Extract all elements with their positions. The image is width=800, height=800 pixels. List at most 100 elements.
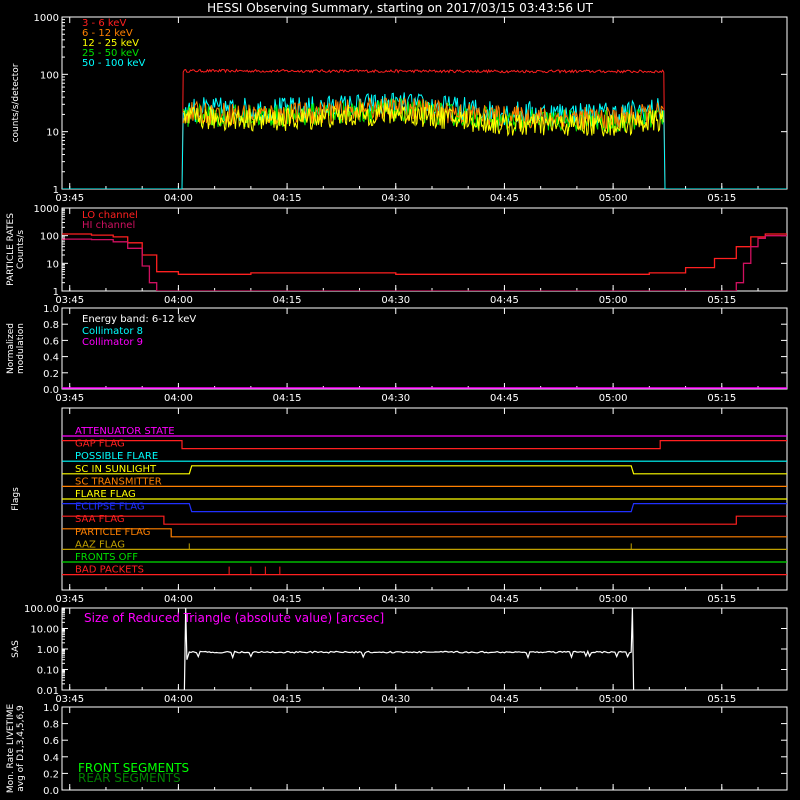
y-axis-label: avg of D1,3,4,5,6,9 bbox=[16, 705, 26, 792]
x-tick-label: 04:45 bbox=[490, 295, 519, 306]
flag-label: POSSIBLE FLARE bbox=[75, 451, 158, 462]
y-tick-label: 100 bbox=[40, 70, 59, 81]
y-axis-label: Flags bbox=[11, 487, 21, 511]
legend-entry: Collimator 9 bbox=[82, 337, 143, 348]
x-tick-label: 04:45 bbox=[490, 694, 519, 705]
x-tick-label: 04:30 bbox=[381, 193, 410, 204]
flag-label: FLARE FLAG bbox=[75, 489, 136, 500]
x-tick-label: 04:30 bbox=[381, 393, 410, 404]
particle_rates-frame bbox=[61, 207, 788, 292]
y-tick-label: 10 bbox=[46, 128, 59, 139]
x-tick-label: 05:15 bbox=[707, 295, 736, 306]
x-tick-label: 04:00 bbox=[164, 193, 193, 204]
sas-panel: 03:45 04:00 04:15 04:30 04:45 05:00 05:15 0.01 0… bbox=[11, 604, 788, 705]
x-tick-label: 04:00 bbox=[164, 393, 193, 404]
hessi-summary-figure: HESSI Observing Summary, starting on 201… bbox=[6, 1, 788, 797]
series-HI-channel bbox=[62, 235, 787, 291]
y-tick-label: 100 bbox=[40, 232, 59, 243]
lightcurves-plot-area bbox=[62, 68, 787, 189]
y-tick-label: 0.2 bbox=[43, 369, 59, 380]
x-tick-label: 04:00 bbox=[164, 295, 193, 306]
flag-label: ECLIPSE FLAG bbox=[75, 502, 145, 513]
y-tick-label: 0.01 bbox=[37, 686, 59, 697]
x-tick-label: 05:15 bbox=[707, 193, 736, 204]
x-tick-label: 05:00 bbox=[599, 694, 628, 705]
x-tick-label: 05:00 bbox=[599, 594, 628, 605]
legend-entry: Collimator 8 bbox=[82, 326, 143, 337]
legend-entry: HI channel bbox=[82, 220, 135, 231]
series-50-100keV bbox=[62, 92, 787, 189]
lightcurves-frame bbox=[61, 16, 788, 190]
y-tick-label: 0.2 bbox=[43, 769, 59, 780]
x-tick-label: 04:15 bbox=[273, 594, 302, 605]
y-tick-label: 0.4 bbox=[43, 353, 59, 364]
y-tick-label: 0.6 bbox=[43, 336, 59, 347]
y-axis-label: SAS bbox=[11, 640, 21, 658]
y-tick-label: 1 bbox=[53, 185, 59, 196]
y-tick-label: 1000 bbox=[34, 13, 59, 24]
livetime-panel: 0.0 0.2 0.4 0.6 0.8 1.0 Mon. Rate LIVETIME avg … bbox=[6, 703, 788, 797]
x-tick-label: 03:45 bbox=[55, 694, 84, 705]
y-axis-label: Normalized bbox=[6, 323, 16, 374]
lightcurves-panel: 03:45 04:00 04:15 04:30 04:45 05:00 05:15 1 10 10… bbox=[11, 13, 788, 204]
y-axis-label: Counts/s bbox=[16, 230, 26, 269]
x-tick-label: 04:30 bbox=[381, 295, 410, 306]
y-tick-label: 0.0 bbox=[43, 385, 59, 396]
series-3-6keV bbox=[62, 68, 787, 189]
flag-label: GAP FLAG bbox=[75, 439, 125, 450]
particle_rates-panel: 03:45 04:00 04:15 04:30 04:45 05:00 05:15 1 10 10… bbox=[6, 204, 788, 306]
x-tick-label: 03:45 bbox=[55, 295, 84, 306]
x-tick-label: 04:45 bbox=[490, 393, 519, 404]
x-tick-label: 04:15 bbox=[273, 193, 302, 204]
x-tick-label: 03:45 bbox=[55, 393, 84, 404]
flag-label: PARTICLE FLAG bbox=[75, 527, 151, 538]
x-tick-label: 04:45 bbox=[490, 193, 519, 204]
x-tick-label: 04:15 bbox=[273, 393, 302, 404]
x-tick-label: 05:15 bbox=[707, 594, 736, 605]
flag-line bbox=[62, 503, 787, 513]
flag-label: SC IN SUNLIGHT bbox=[75, 464, 157, 475]
y-tick-label: 10 bbox=[46, 259, 59, 270]
flag-line bbox=[62, 528, 787, 538]
x-tick-label: 04:45 bbox=[490, 594, 519, 605]
y-tick-label: 1.0 bbox=[43, 703, 59, 714]
sas-annotation: Size of Reduced Triangle (absolute value… bbox=[84, 611, 384, 625]
y-tick-label: 1.00 bbox=[37, 645, 59, 656]
y-axis-label: counts/s/detector bbox=[11, 63, 21, 142]
x-tick-label: 04:30 bbox=[381, 594, 410, 605]
x-tick-label: 05:00 bbox=[599, 295, 628, 306]
x-tick-label: 04:15 bbox=[273, 295, 302, 306]
y-tick-label: 0.0 bbox=[43, 786, 59, 797]
flag-line bbox=[62, 440, 787, 450]
x-tick-label: 05:00 bbox=[599, 393, 628, 404]
x-tick-label: 04:30 bbox=[381, 694, 410, 705]
flag-label: ATTENUATOR STATE bbox=[75, 426, 175, 437]
y-tick-label: 100.00 bbox=[24, 604, 59, 615]
x-tick-label: 03:45 bbox=[55, 193, 84, 204]
y-axis-label: Mon. Rate LIVETIME bbox=[6, 704, 16, 794]
modulation-panel: 03:45 04:00 04:15 04:30 04:45 05:00 05:15 0.0 0.… bbox=[6, 304, 788, 404]
energy-band-label: Energy band: 6-12 keV bbox=[82, 314, 196, 325]
y-tick-label: 10.00 bbox=[30, 625, 59, 636]
x-tick-label: 04:00 bbox=[164, 594, 193, 605]
y-tick-label: 1000 bbox=[34, 204, 59, 215]
flag-line bbox=[62, 515, 787, 525]
x-tick-label: 05:15 bbox=[707, 694, 736, 705]
flags-plot-area bbox=[62, 435, 787, 576]
flag-label: FRONTS OFF bbox=[75, 552, 138, 563]
flag-label: SC TRANSMITTER bbox=[75, 476, 162, 487]
flag-line bbox=[62, 465, 787, 475]
y-tick-label: 1.0 bbox=[43, 304, 59, 315]
particle_rates-plot-area bbox=[62, 233, 787, 291]
y-axis-label: modulation bbox=[16, 323, 26, 374]
x-tick-label: 03:45 bbox=[55, 594, 84, 605]
x-tick-label: 04:15 bbox=[273, 694, 302, 705]
figure-title: HESSI Observing Summary, starting on 201… bbox=[207, 1, 593, 15]
y-tick-label: 0.8 bbox=[43, 320, 59, 331]
y-axis-label: PARTICLE RATES bbox=[6, 213, 16, 286]
y-tick-label: 0.4 bbox=[43, 753, 59, 764]
flag-label: AAZ FLAG bbox=[75, 539, 125, 550]
y-tick-label: 1 bbox=[53, 287, 59, 298]
legend-entry: 50 - 100 keV bbox=[82, 58, 146, 69]
x-tick-label: 05:00 bbox=[599, 193, 628, 204]
